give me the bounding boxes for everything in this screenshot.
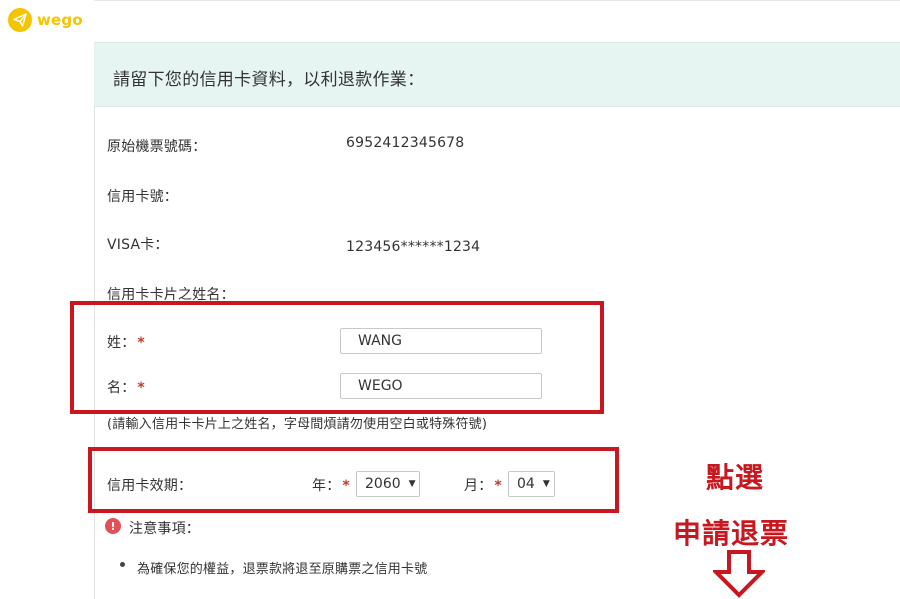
down-arrow-icon [713, 550, 765, 598]
notes-item: 為確保您的權益，退票款將退至原購票之信用卡號 [137, 562, 428, 577]
brand-name: wego [37, 11, 83, 29]
expiry-highlight-box [88, 447, 619, 513]
bullet-icon [120, 562, 125, 567]
wego-logo[interactable]: wego [8, 8, 83, 32]
card-number-value: 123456******1234 [346, 239, 481, 255]
ticket-number-label: 原始機票號碼： [107, 139, 207, 155]
notes-title: 注意事項： [129, 521, 200, 537]
card-type-label: VISA卡： [107, 237, 169, 253]
top-divider [94, 0, 900, 1]
name-hint: (請輸入信用卡卡片上之姓名，字母間煩請勿使用空白或特殊符號) [107, 417, 488, 432]
exclamation-icon: ! [105, 518, 121, 534]
name-highlight-box [70, 301, 604, 414]
annotation-apply-refund: 申請退票 [673, 517, 790, 550]
annotation-click: 點選 [706, 461, 765, 494]
ticket-number-value: 6952412345678 [346, 135, 465, 151]
panel-title: 請留下您的信用卡資料，以利退款作業： [113, 70, 425, 90]
card-number-label: 信用卡號： [107, 189, 178, 205]
paper-plane-icon [8, 8, 32, 32]
refund-panel-header: 請留下您的信用卡資料，以利退款作業： [94, 42, 900, 107]
